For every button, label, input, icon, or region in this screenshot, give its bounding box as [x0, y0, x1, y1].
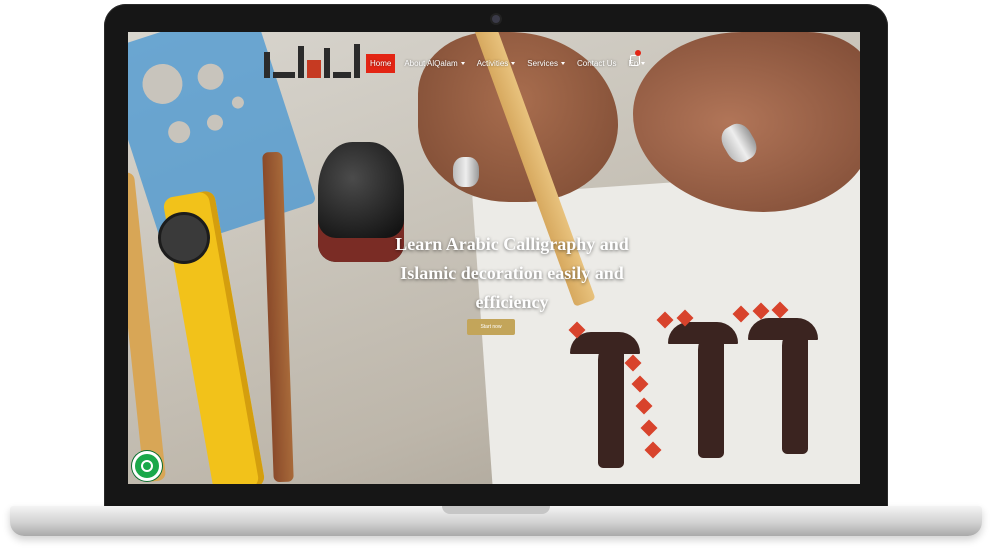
trackpad-notch	[442, 506, 550, 514]
chevron-down-icon	[641, 62, 646, 66]
site-header: Home About AlQalam Activities Services C…	[128, 32, 860, 92]
hero-heading-block: Learn Arabic Calligraphy and Islamic dec…	[358, 230, 666, 317]
hero-title: Learn Arabic Calligraphy and Islamic dec…	[358, 230, 666, 317]
hero-title-line-3: efficiency	[475, 292, 549, 312]
camera-icon	[492, 15, 500, 23]
nav-label: About AlQalam	[404, 59, 458, 68]
ruler-hole	[165, 118, 194, 147]
nav-item-activities[interactable]: Activities	[474, 55, 519, 72]
ring-left	[453, 157, 479, 187]
nav-item-home[interactable]: Home	[366, 54, 396, 73]
browser-screen: Home About AlQalam Activities Services C…	[128, 32, 860, 484]
ruler-hole	[204, 112, 226, 133]
hero-title-line-1: Learn Arabic Calligraphy and	[395, 234, 629, 254]
shopping-bag-icon[interactable]	[630, 55, 640, 66]
site-logo[interactable]	[264, 42, 360, 78]
start-now-button[interactable]: Start now	[467, 319, 515, 335]
ruler-hole	[230, 95, 246, 111]
cart-count-badge	[635, 50, 641, 56]
chevron-down-icon	[460, 62, 465, 66]
hero-title-line-2: Islamic decoration easily and	[400, 263, 624, 283]
main-menu: Home About AlQalam Activities Services C…	[366, 54, 648, 73]
nav-item-about[interactable]: About AlQalam	[401, 55, 467, 72]
nav-label: Activities	[476, 59, 509, 68]
nav-item-contact[interactable]: Contact Us	[574, 55, 620, 72]
nav-label: Contact Us	[576, 59, 617, 68]
nav-label: Home	[370, 59, 392, 68]
nav-label: Services	[527, 59, 558, 68]
chevron-down-icon	[560, 62, 565, 66]
laptop-base	[10, 506, 982, 536]
nav-item-services[interactable]: Services	[524, 55, 568, 72]
whatsapp-icon[interactable]	[132, 451, 162, 481]
cutter-wheel	[158, 212, 210, 264]
chevron-down-icon	[511, 62, 516, 66]
laptop-bezel: Home About AlQalam Activities Services C…	[104, 4, 888, 509]
